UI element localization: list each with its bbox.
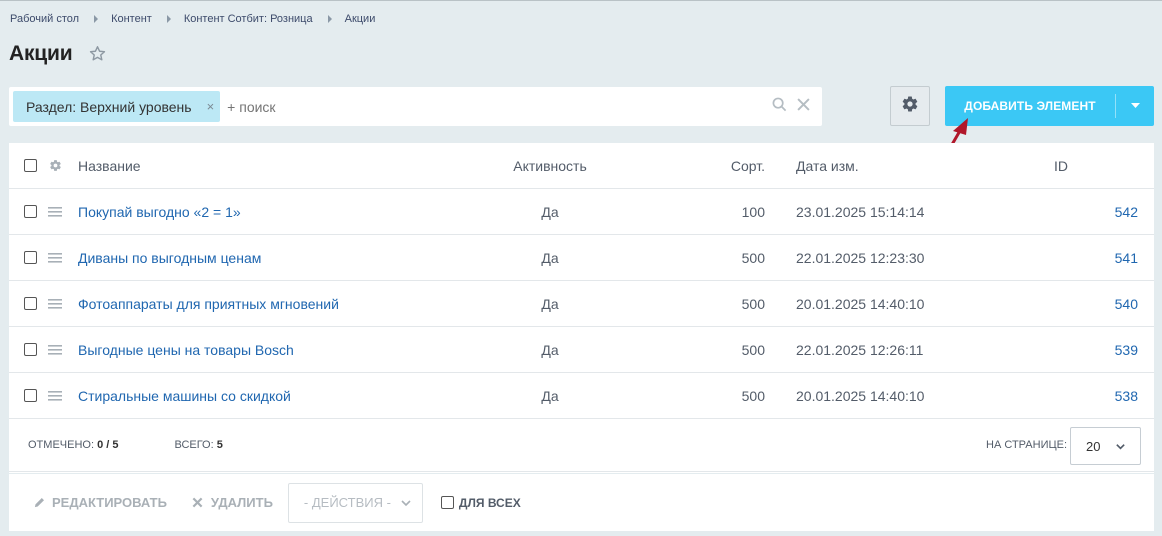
row-id-link[interactable]: 538	[996, 388, 1154, 404]
title-row: Акции	[9, 41, 106, 67]
drag-handle-icon[interactable]	[40, 252, 70, 263]
pencil-icon	[34, 497, 45, 508]
filter-tag-label: Раздел: Верхний уровень	[26, 98, 192, 115]
edit-label: РЕДАКТИРОВАТЬ	[52, 495, 167, 510]
row-checkbox[interactable]	[24, 251, 37, 264]
column-header-active[interactable]: Активность	[500, 158, 600, 174]
row-sort: 500	[741, 249, 765, 266]
page-title: Акции	[9, 42, 73, 65]
drag-handle-icon[interactable]	[40, 390, 70, 401]
close-icon	[192, 497, 203, 508]
breadcrumb: Рабочий стол Контент Контент Сотбит: Роз…	[10, 13, 375, 25]
row-name-link[interactable]: Стиральные машины со скидкой	[78, 388, 498, 404]
chevron-down-icon	[1115, 440, 1126, 455]
search-input[interactable]	[227, 98, 772, 115]
delete-button[interactable]: УДАЛИТЬ	[192, 495, 273, 510]
filter-tag-remove-icon[interactable]: ×	[207, 99, 215, 114]
row-checkbox[interactable]	[24, 297, 37, 310]
chevron-down-icon[interactable]	[1116, 103, 1154, 109]
table-row[interactable]: Фотоаппараты для приятных мгновений Да 5…	[9, 281, 1154, 327]
column-settings-gear-icon[interactable]	[40, 159, 70, 172]
row-id-link[interactable]: 539	[996, 342, 1154, 358]
row-id-link[interactable]: 541	[996, 250, 1154, 266]
row-checkbox[interactable]	[24, 389, 37, 402]
settings-button[interactable]	[890, 86, 930, 126]
for-all-label: ДЛЯ ВСЕХ	[458, 495, 521, 510]
row-name-link[interactable]: Покупай выгодно «2 = 1»	[78, 204, 498, 220]
row-sort: 500	[741, 295, 765, 312]
column-header-sort[interactable]: Сорт.	[600, 158, 765, 174]
per-page-label: НА СТРАНИЦЕ:	[986, 439, 1067, 451]
elements-table: Название Активность Сорт. Дата изм. ID П…	[9, 143, 1154, 473]
row-active: Да	[541, 341, 559, 358]
per-page-value: 20	[1086, 438, 1101, 454]
select-all-checkbox[interactable]	[24, 159, 37, 172]
row-name-link[interactable]: Диваны по выгодным ценам	[78, 250, 498, 266]
column-header-date[interactable]: Дата изм.	[796, 158, 996, 174]
for-all-checkbox[interactable]	[440, 496, 454, 509]
row-checkbox[interactable]	[24, 205, 37, 218]
drag-handle-icon[interactable]	[40, 344, 70, 355]
row-id-link[interactable]: 542	[996, 204, 1154, 220]
row-active: Да	[541, 295, 559, 312]
breadcrumb-separator-icon	[327, 15, 332, 23]
column-header-name[interactable]: Название	[78, 158, 498, 174]
actions-select-placeholder: - ДЕЙСТВИЯ -	[303, 495, 391, 510]
row-checkbox[interactable]	[24, 343, 37, 356]
chevron-down-icon	[400, 497, 412, 512]
breadcrumb-content[interactable]: Контент	[111, 13, 152, 25]
row-name-link[interactable]: Фотоаппараты для приятных мгновений	[78, 296, 498, 312]
gear-icon	[901, 95, 919, 118]
drag-handle-icon[interactable]	[40, 206, 70, 217]
row-sort: 500	[741, 341, 765, 358]
row-active: Да	[541, 387, 559, 404]
filter-tag[interactable]: Раздел: Верхний уровень ×	[13, 91, 221, 122]
row-date: 22.01.2025 12:23:30	[796, 249, 925, 266]
clear-icon[interactable]	[797, 97, 810, 116]
row-sort: 500	[741, 387, 765, 404]
table-row[interactable]: Выгодные цены на товары Bosch Да 500 22.…	[9, 327, 1154, 373]
delete-label: УДАЛИТЬ	[210, 495, 273, 510]
column-header-id[interactable]: ID	[996, 158, 1154, 174]
selected-count-value: 0 / 5	[97, 439, 119, 451]
selected-count: ОТМЕЧЕНО: 0 / 5	[28, 439, 119, 451]
total-count-value: 5	[216, 439, 223, 451]
row-date: 23.01.2025 15:14:14	[796, 203, 925, 220]
per-page-select[interactable]: 20	[1070, 427, 1141, 465]
total-count: ВСЕГО: 5	[174, 439, 223, 451]
actions-select[interactable]: - ДЕЙСТВИЯ -	[287, 482, 423, 523]
for-all-toggle[interactable]: ДЛЯ ВСЕХ	[440, 495, 521, 510]
row-date: 22.01.2025 12:26:11	[796, 341, 924, 358]
breadcrumb-separator-icon	[94, 15, 99, 23]
row-name-link[interactable]: Выгодные цены на товары Bosch	[78, 342, 498, 358]
breadcrumb-sotbit-retail[interactable]: Контент Сотбит: Розница	[184, 13, 313, 25]
breadcrumb-desktop[interactable]: Рабочий стол	[10, 13, 79, 25]
row-active: Да	[541, 249, 559, 266]
search-icon[interactable]	[772, 97, 787, 117]
row-sort: 100	[741, 203, 765, 220]
star-icon[interactable]	[89, 45, 106, 67]
row-id-link[interactable]: 540	[996, 296, 1154, 312]
table-row[interactable]: Стиральные машины со скидкой Да 500 20.0…	[9, 373, 1154, 419]
table-row[interactable]: Покупай выгодно «2 = 1» Да 100 23.01.202…	[9, 189, 1154, 235]
filter-search-bar[interactable]: Раздел: Верхний уровень ×	[9, 87, 822, 126]
row-date: 20.01.2025 14:40:10	[796, 295, 925, 312]
breadcrumb-current[interactable]: Акции	[345, 13, 376, 25]
table-footer: ОТМЕЧЕНО: 0 / 5 ВСЕГО: 5 НА СТРАНИЦЕ: 20	[9, 419, 1154, 472]
row-date: 20.01.2025 14:40:10	[796, 387, 925, 404]
group-action-bar: РЕДАКТИРОВАТЬ УДАЛИТЬ - ДЕЙСТВИЯ - ДЛЯ В…	[9, 474, 1154, 531]
edit-button[interactable]: РЕДАКТИРОВАТЬ	[34, 495, 167, 510]
add-element-label[interactable]: ДОБАВИТЬ ЭЛЕМЕНТ	[945, 99, 1115, 113]
table-header: Название Активность Сорт. Дата изм. ID	[9, 143, 1154, 189]
table-row[interactable]: Диваны по выгодным ценам Да 500 22.01.20…	[9, 235, 1154, 281]
row-active: Да	[541, 203, 559, 220]
breadcrumb-separator-icon	[166, 15, 171, 23]
drag-handle-icon[interactable]	[40, 298, 70, 309]
